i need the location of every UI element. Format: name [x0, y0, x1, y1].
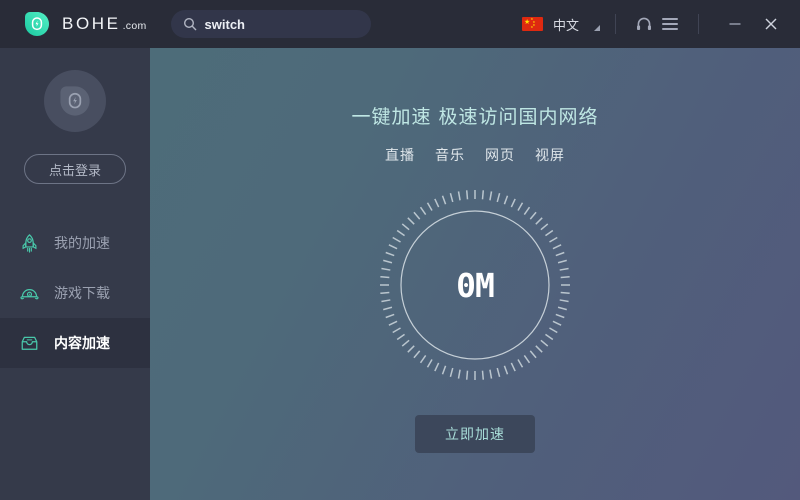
brand-name: BOHE: [62, 14, 121, 33]
brand-suffix: .com: [122, 20, 147, 32]
rocket-icon: [18, 232, 40, 254]
inbox-box-icon: [18, 332, 40, 354]
sidebar-item-label: 内容加速: [54, 336, 110, 352]
language-label: 中文: [552, 17, 579, 33]
sidebar-nav: 我的加速 游戏下载 内容加速: [0, 218, 150, 368]
chevron-down-icon: [588, 24, 600, 31]
divider: [698, 14, 699, 34]
category-item-music[interactable]: 音乐: [435, 145, 465, 165]
app-window: BOHE .com ★★ ★★ ★ 中文: [0, 0, 800, 500]
hamburger-menu-icon[interactable]: [657, 11, 683, 37]
china-flag-icon: ★ ★ ★ ★ ★: [521, 17, 543, 31]
search-box[interactable]: [170, 10, 371, 38]
search-input[interactable]: [204, 16, 359, 32]
sidebar-item-label: 我的加速: [54, 236, 110, 252]
divider: [615, 14, 616, 34]
sidebar-item-label: 游戏下载: [54, 286, 110, 302]
category-item-video[interactable]: 视屏: [535, 145, 565, 165]
headset-icon[interactable]: [631, 11, 657, 37]
titlebar-controls: ★ ★ ★ ★ ★ 中文: [521, 0, 800, 48]
accelerate-button-label: 立即加速: [445, 427, 505, 443]
sidebar: 点击登录 我的加速 游戏下载 内容加速: [0, 48, 150, 500]
speed-gauge: 0M: [377, 187, 573, 383]
game-alien-icon: [18, 282, 40, 304]
search-icon: [183, 17, 197, 31]
login-button[interactable]: 点击登录: [24, 154, 126, 184]
bohe-droplet-logo-icon: [23, 10, 51, 38]
sidebar-item-my-acceleration[interactable]: 我的加速: [0, 218, 150, 268]
brand-text: BOHE .com: [62, 14, 147, 34]
window-body: 点击登录 我的加速 游戏下载 内容加速 一键加速 极速访问国内网络 直播 音乐 …: [0, 48, 800, 500]
gauge-value: 0M: [456, 265, 495, 305]
language-selector[interactable]: ★ ★ ★ ★ ★ 中文: [521, 15, 600, 34]
title-bar: BOHE .com ★★ ★★ ★ 中文: [0, 0, 800, 48]
minimize-icon[interactable]: [720, 9, 750, 39]
accelerate-button[interactable]: 立即加速: [415, 415, 535, 453]
account-panel: 点击登录: [0, 48, 150, 184]
close-icon[interactable]: [756, 9, 786, 39]
main-content: 一键加速 极速访问国内网络 直播 音乐 网页 视屏 0M 立即加速: [150, 48, 800, 500]
category-item-web[interactable]: 网页: [485, 145, 515, 165]
category-item-live[interactable]: 直播: [385, 145, 415, 165]
page-title: 一键加速 极速访问国内网络: [351, 106, 599, 128]
avatar[interactable]: [44, 70, 106, 132]
brand-logo-group: BOHE .com: [23, 10, 147, 38]
sidebar-item-content-acceleration[interactable]: 内容加速: [0, 318, 150, 368]
category-list: 直播 音乐 网页 视屏: [385, 145, 565, 165]
login-button-label: 点击登录: [48, 163, 101, 179]
sidebar-item-game-download[interactable]: 游戏下载: [0, 268, 150, 318]
